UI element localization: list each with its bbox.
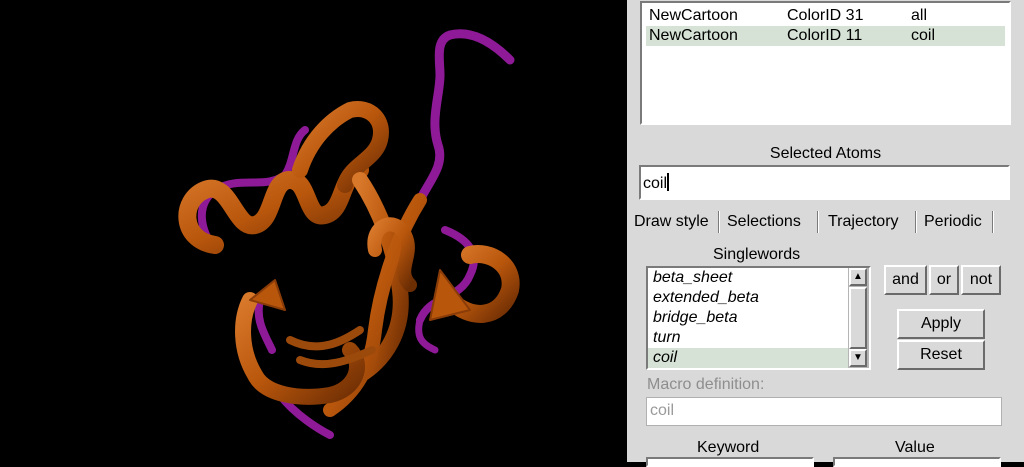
list-item-selected[interactable]: coil — [648, 348, 848, 368]
selected-atoms-input[interactable]: coil — [639, 165, 1010, 200]
selected-atoms-value: coil — [643, 175, 668, 192]
protein-cartoon — [178, 29, 520, 439]
representation-list[interactable]: NewCartoon ColorID 31 all NewCartoon Col… — [640, 1, 1011, 125]
loop-bottom — [286, 326, 376, 369]
rep-style: NewCartoon — [649, 27, 738, 44]
keyword-label: Keyword — [697, 439, 760, 456]
rep-color: ColorID 31 — [787, 7, 864, 24]
tab-selections[interactable]: Selections — [723, 208, 805, 236]
singlewords-label: Singlewords — [713, 246, 801, 263]
tab-draw-style[interactable]: Draw style — [630, 208, 713, 236]
graphical-representations-panel: NewCartoon ColorID 31 all NewCartoon Col… — [627, 0, 1024, 467]
tab-periodic[interactable]: Periodic — [920, 208, 986, 236]
list-item[interactable]: bridge_beta — [648, 308, 848, 328]
rep-row-2[interactable]: NewCartoon ColorID 11 coil — [646, 26, 1005, 46]
macro-definition-label: Macro definition: — [647, 376, 765, 393]
and-button[interactable]: and — [884, 265, 927, 295]
rep-color: ColorID 11 — [787, 27, 863, 44]
molecule-viewport[interactable] — [0, 0, 627, 462]
singlewords-list[interactable]: beta_sheet extended_beta bridge_beta tur… — [646, 266, 871, 370]
coil-tail-top — [415, 29, 515, 205]
helix-1 — [178, 161, 369, 254]
text-caret — [667, 173, 670, 191]
scroll-down-icon[interactable]: ▼ — [849, 349, 867, 367]
macro-definition-field[interactable]: coil — [646, 397, 1002, 426]
keyword-list[interactable] — [646, 457, 814, 467]
apply-button[interactable]: Apply — [897, 309, 985, 339]
rep-selection: all — [911, 7, 928, 24]
value-list[interactable] — [833, 457, 1001, 467]
scroll-up-icon[interactable]: ▲ — [849, 268, 867, 286]
coil-cap — [415, 316, 439, 354]
scroll-thumb[interactable] — [849, 287, 867, 349]
reset-button[interactable]: Reset — [897, 340, 985, 370]
list-item[interactable]: turn — [648, 328, 848, 348]
list-item[interactable]: extended_beta — [648, 288, 848, 308]
selected-atoms-label: Selected Atoms — [769, 145, 882, 162]
tab-trajectory[interactable]: Trajectory — [824, 208, 903, 236]
helix-2 — [292, 101, 389, 193]
rep-row-1[interactable]: NewCartoon ColorID 31 all — [646, 6, 1005, 26]
rep-selection: coil — [911, 27, 936, 44]
list-item[interactable]: beta_sheet — [648, 268, 848, 288]
or-button[interactable]: or — [929, 265, 959, 295]
rep-style: NewCartoon — [649, 7, 738, 24]
value-label: Value — [895, 439, 935, 456]
not-button[interactable]: not — [961, 265, 1001, 295]
singlewords-scrollbar[interactable]: ▲ ▼ — [848, 268, 869, 368]
sheet-arrow — [429, 269, 471, 321]
